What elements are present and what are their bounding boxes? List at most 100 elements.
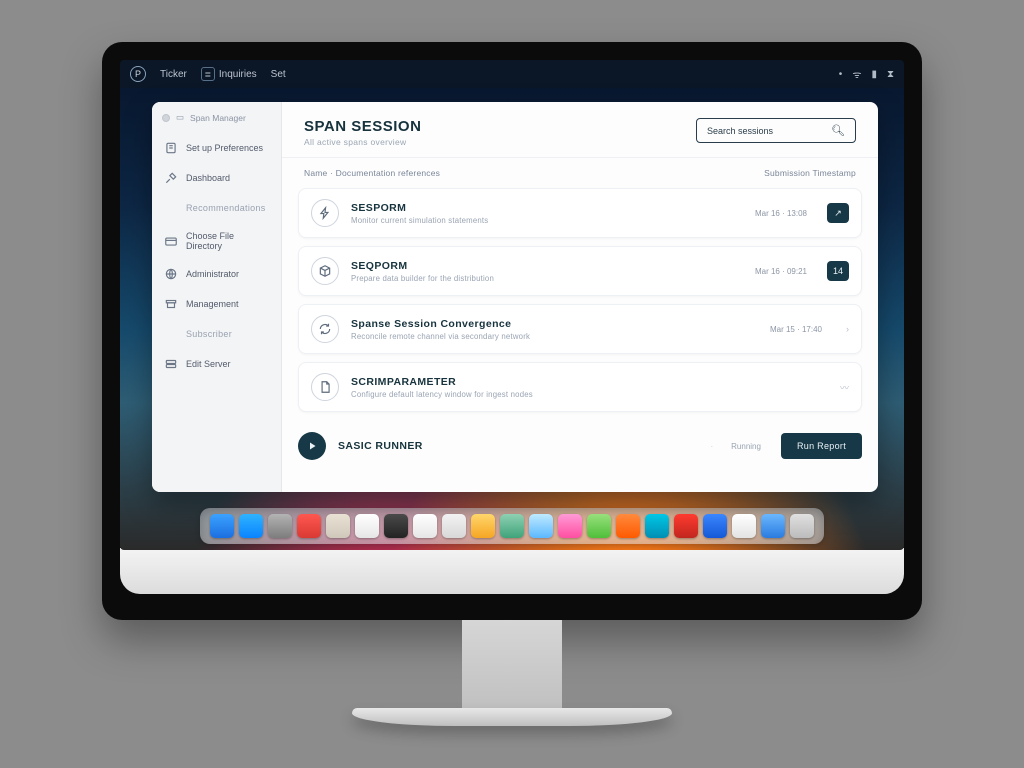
reload-icon — [311, 315, 339, 343]
sidebar-item-directory[interactable]: Choose File Directory — [158, 225, 275, 257]
sidebar-item-management[interactable]: Management — [158, 291, 275, 317]
search-input[interactable]: Search sessions 🔍︎ — [696, 118, 856, 143]
note-icon — [164, 141, 178, 155]
item-meta: Mar 16 · 09:21 — [755, 267, 807, 276]
dock-app[interactable] — [703, 514, 727, 538]
monitor-stand-foot — [352, 708, 672, 726]
session-list: SESPORM Monitor current simulation state… — [282, 184, 878, 424]
dock-app[interactable] — [239, 514, 263, 538]
search-placeholder: Search sessions — [707, 126, 773, 136]
divider-dot: · — [710, 442, 713, 451]
subheader-right: Submission Timestamp — [764, 168, 856, 178]
dock-app[interactable] — [384, 514, 408, 538]
item-title: SEQPORM — [351, 260, 743, 272]
dock-app[interactable] — [210, 514, 234, 538]
page-subtitle: All active spans overview — [304, 137, 696, 147]
window-control-icon[interactable] — [162, 114, 170, 122]
page-title: SPAN SESSION — [304, 118, 696, 135]
dock-app[interactable] — [355, 514, 379, 538]
dock-app[interactable] — [529, 514, 553, 538]
server-icon — [164, 357, 178, 371]
archive-icon — [164, 297, 178, 311]
sidebar-item-label: Management — [186, 299, 239, 309]
window-titlebar: ▭ Span Manager — [158, 110, 275, 125]
window-chip-icon: ▭ — [176, 112, 184, 123]
menubar-item-inquiries[interactable]: ≣ Inquiries — [201, 67, 257, 81]
item-desc: Prepare data builder for the distributio… — [351, 274, 743, 283]
sidebar-item-label: Choose File Directory — [186, 231, 269, 251]
dock-app[interactable] — [326, 514, 350, 538]
dock-app[interactable] — [645, 514, 669, 538]
monitor-chin — [120, 548, 904, 594]
list-item[interactable]: SESPORM Monitor current simulation state… — [298, 188, 862, 238]
dock-app[interactable] — [413, 514, 437, 538]
footer-title: SASIC RUNNER — [338, 440, 423, 452]
item-title: SCRIMPARAMETER — [351, 376, 804, 388]
package-icon — [311, 257, 339, 285]
signature-icon: 〰 — [840, 381, 849, 394]
item-title: SESPORM — [351, 202, 743, 214]
blank-icon — [164, 201, 178, 215]
sidebar-item-preferences[interactable]: Set up Preferences — [158, 135, 275, 161]
bolt-icon — [311, 199, 339, 227]
item-meta: Mar 15 · 17:40 — [770, 325, 822, 334]
footer-row: SASIC RUNNER · Running Run Report — [282, 424, 878, 472]
dock-app[interactable] — [297, 514, 321, 538]
list-item[interactable]: SEQPORM Prepare data builder for the dis… — [298, 246, 862, 296]
list-icon: ≣ — [201, 67, 215, 81]
item-desc: Monitor current simulation statements — [351, 216, 743, 225]
card-icon — [164, 234, 178, 248]
sidebar-item-administrator[interactable]: Administrator — [158, 261, 275, 287]
dock-app[interactable] — [732, 514, 756, 538]
list-item[interactable]: SCRIMPARAMETER Configure default latency… — [298, 362, 862, 412]
monitor-stand-neck — [462, 620, 562, 710]
dock-app[interactable] — [471, 514, 495, 538]
play-icon[interactable] — [298, 432, 326, 460]
dock-app[interactable] — [442, 514, 466, 538]
dock-app[interactable] — [558, 514, 582, 538]
open-badge[interactable]: ↗ — [827, 203, 849, 223]
app-menu-icon[interactable]: P — [130, 66, 146, 82]
sidebar-item-dashboard[interactable]: Dashboard — [158, 165, 275, 191]
item-desc: Reconcile remote channel via secondary n… — [351, 332, 758, 341]
sidebar-item-label: Subscriber — [186, 329, 232, 339]
dock-app[interactable] — [616, 514, 640, 538]
dock-app[interactable] — [500, 514, 524, 538]
os-dock — [200, 508, 824, 544]
dock-app[interactable] — [674, 514, 698, 538]
sidebar-item-label: Dashboard — [186, 173, 230, 183]
count-badge[interactable]: 14 — [827, 261, 849, 281]
run-report-button[interactable]: Run Report — [781, 433, 862, 459]
menubar-app-name[interactable]: Ticker — [160, 69, 187, 80]
item-meta: Mar 16 · 13:08 — [755, 209, 807, 218]
wifi-icon[interactable]: ᯤ — [852, 67, 861, 81]
menubar-label: Inquiries — [219, 69, 257, 80]
subheader-left: Name · Documentation references — [304, 168, 440, 178]
list-item[interactable]: Spanse Session Convergence Reconcile rem… — [298, 304, 862, 354]
dock-app[interactable] — [761, 514, 785, 538]
sidebar-item-label: Administrator — [186, 269, 239, 279]
os-menubar: P Ticker ≣ Inquiries Set • ᯤ ▮ ⧗ — [120, 60, 904, 88]
footer-status: Running — [731, 442, 761, 451]
monitor-bezel: P Ticker ≣ Inquiries Set • ᯤ ▮ ⧗ — [102, 42, 922, 620]
sidebar-item-label: Recommendations — [186, 203, 266, 213]
main-panel: SPAN SESSION All active spans overview S… — [282, 102, 878, 492]
window-title: Span Manager — [190, 113, 246, 123]
tool-icon — [164, 171, 178, 185]
item-desc: Configure default latency window for ing… — [351, 390, 804, 399]
status-indicator-icon: • — [839, 69, 843, 80]
menubar-item-set[interactable]: Set — [271, 69, 286, 80]
dock-app[interactable] — [587, 514, 611, 538]
sidebar: ▭ Span Manager Set up Preferences Dashbo… — [152, 102, 282, 492]
app-window: ▭ Span Manager Set up Preferences Dashbo… — [152, 102, 878, 492]
dock-app[interactable] — [268, 514, 292, 538]
item-title: Spanse Session Convergence — [351, 318, 758, 330]
page-header: SPAN SESSION All active spans overview S… — [282, 102, 878, 158]
sidebar-item-label: Set up Preferences — [186, 143, 263, 153]
sidebar-item-subscriber[interactable]: Subscriber — [158, 321, 275, 347]
sidebar-item-recommendations[interactable]: Recommendations — [158, 195, 275, 221]
dock-app[interactable] — [790, 514, 814, 538]
document-icon — [311, 373, 339, 401]
clock-icon: ⧗ — [887, 69, 894, 80]
sidebar-item-editserver[interactable]: Edit Server — [158, 351, 275, 377]
